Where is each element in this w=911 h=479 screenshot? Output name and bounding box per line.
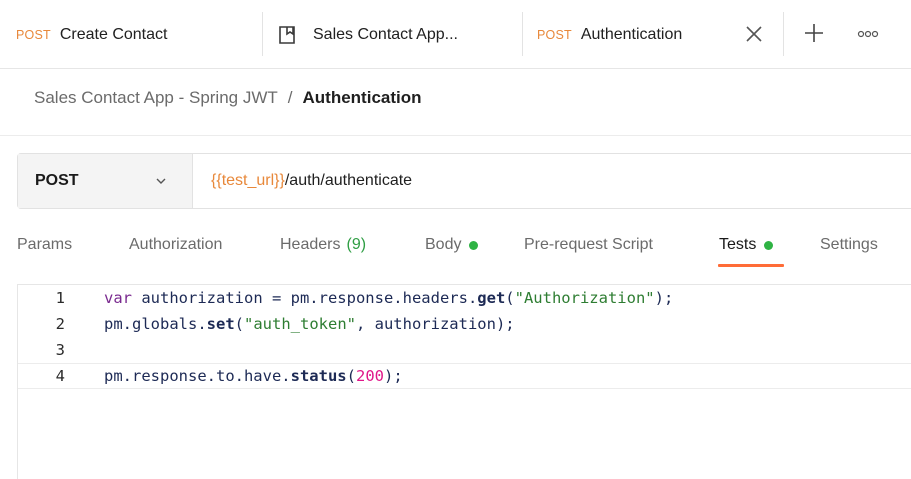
code-plain: pm.response.to.have. — [104, 367, 291, 385]
tab-label: Tests — [719, 236, 757, 253]
tab-label: Params — [17, 236, 73, 253]
tab-label: Body — [425, 236, 462, 253]
code-plain: ( — [234, 315, 244, 333]
tab-params[interactable]: Params — [17, 232, 72, 258]
code-function: set — [206, 315, 235, 333]
code-text: pm.response.to.have.status(200); — [104, 367, 403, 385]
code-plain: authorization = pm.response.headers. — [132, 289, 478, 307]
url-input[interactable]: {{test_url}}/auth/authenticate — [193, 172, 412, 190]
tab-divider — [522, 12, 523, 56]
tab-settings[interactable]: Settings — [820, 232, 878, 258]
url-path: /auth/authenticate — [284, 172, 413, 189]
tab-sales-contact-app[interactable]: Sales Contact App... — [277, 0, 458, 69]
code-line: 1 var authorization = pm.response.header… — [18, 285, 911, 311]
tab-create-contact[interactable]: POST Create Contact — [16, 0, 167, 69]
line-number: 1 — [55, 289, 65, 307]
tab-label: Headers — [280, 236, 341, 253]
line-number: 2 — [55, 315, 65, 333]
method-select[interactable]: POST — [18, 154, 193, 208]
active-tab-indicator — [718, 264, 784, 267]
status-dot — [469, 240, 479, 250]
url-variable: {{test_url}} — [211, 172, 285, 189]
code-text: pm.globals.set("auth_token", authorizati… — [104, 315, 515, 333]
code-line: 2 pm.globals.set("auth_token", authoriza… — [18, 311, 911, 337]
divider — [0, 135, 911, 136]
method-label: POST — [35, 172, 79, 189]
breadcrumb-current[interactable]: Authentication — [303, 88, 422, 108]
breadcrumb-separator: / — [287, 88, 293, 107]
tab-pre-request-script[interactable]: Pre-request Script — [524, 232, 653, 258]
tab-divider — [783, 12, 784, 56]
code-text: var authorization = pm.response.headers.… — [104, 289, 673, 307]
tab-label: Settings — [820, 236, 878, 253]
tab-method: POST — [16, 27, 51, 42]
tab-label: Authorization — [129, 236, 223, 253]
tab-label: Authentication — [580, 25, 683, 43]
tab-divider — [262, 12, 263, 56]
code-plain: pm.globals. — [104, 315, 207, 333]
code-plain: ( — [346, 367, 356, 385]
tab-label: Sales Contact App... — [313, 25, 458, 43]
tab-label: Create Contact — [59, 25, 168, 43]
close-icon[interactable] — [741, 21, 767, 47]
code-plain: ); — [383, 367, 403, 385]
code-function: status — [290, 367, 347, 385]
line-number: 3 — [55, 341, 65, 359]
url-bar: POST {{test_url}}/auth/authenticate — [17, 153, 911, 209]
tab-bar: POST Create Contact Sales Contact App...… — [0, 0, 911, 69]
headers-count: (9) — [346, 236, 367, 253]
code-editor[interactable]: 1 var authorization = pm.response.header… — [17, 284, 911, 479]
status-dot — [764, 240, 774, 250]
tab-tests[interactable]: Tests — [719, 232, 774, 258]
breadcrumb-collection[interactable]: Sales Contact App - Spring JWT — [34, 88, 278, 108]
code-plain: ); — [654, 289, 674, 307]
plus-icon[interactable] — [801, 20, 827, 46]
line-number: 4 — [55, 367, 65, 385]
tab-authentication[interactable]: POST Authentication — [537, 0, 682, 69]
code-function: get — [477, 289, 506, 307]
code-plain: ( — [505, 289, 515, 307]
code-keyword: var — [104, 289, 132, 307]
breadcrumb: Sales Contact App - Spring JWT / Authent… — [34, 88, 422, 108]
tab-label: Pre-request Script — [524, 236, 653, 253]
tab-body[interactable]: Body — [425, 232, 479, 258]
request-tabs: Params Authorization Headers (9) Body Pr… — [0, 232, 911, 268]
code-line-current: 4 pm.response.to.have.status(200); — [18, 363, 911, 389]
code-number: 200 — [355, 367, 384, 385]
code-string: "Authorization" — [514, 289, 655, 307]
chevron-down-icon — [156, 178, 166, 184]
code-string: "auth_token" — [244, 315, 356, 333]
document-icon — [279, 25, 295, 44]
tab-method: POST — [537, 27, 572, 42]
tab-authorization[interactable]: Authorization — [129, 232, 222, 258]
code-line: 3 — [18, 337, 911, 363]
more-icon[interactable] — [857, 28, 879, 40]
code-plain: , authorization); — [355, 315, 515, 333]
tab-headers[interactable]: Headers (9) — [280, 232, 366, 258]
